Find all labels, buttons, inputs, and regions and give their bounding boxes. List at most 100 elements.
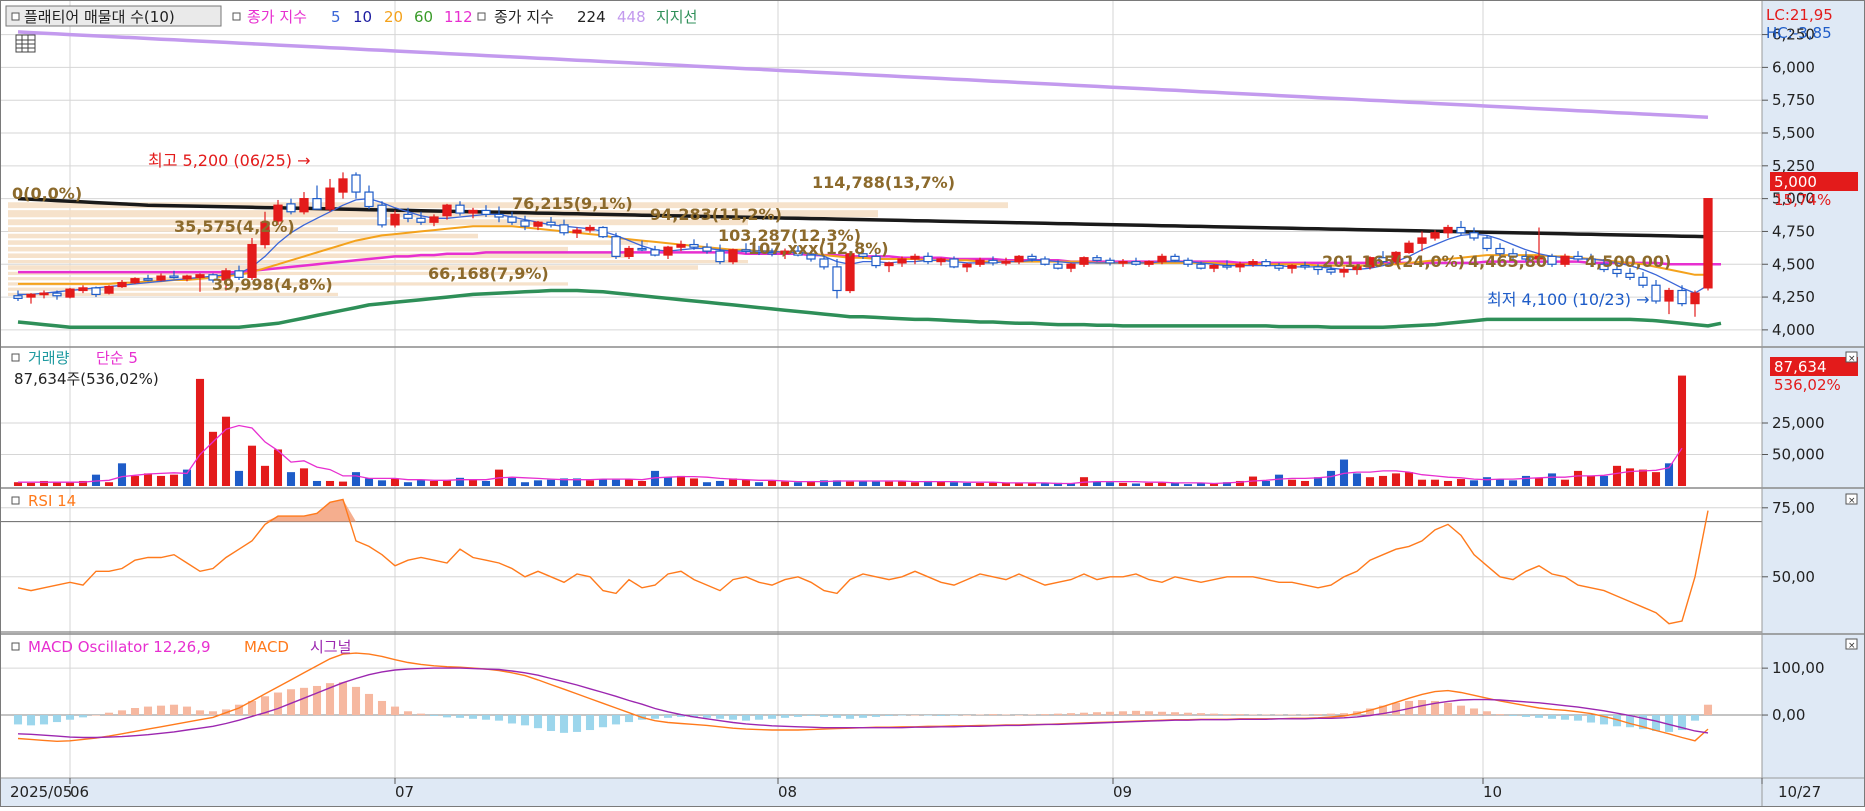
candle-body [442, 204, 452, 217]
volume-bar [689, 478, 699, 486]
macd-legend[interactable]: MACD [244, 638, 289, 656]
candle-body [533, 221, 543, 227]
macd-oscillator-bar [793, 715, 803, 717]
legend-ma5[interactable]: 5 [331, 8, 341, 26]
profile-label: 4,465,80 [1468, 252, 1547, 271]
svg-text:×: × [1848, 496, 1856, 506]
y-tick-label: 5,750 [1772, 91, 1815, 109]
volume-bar [754, 482, 764, 486]
lc-label: LC:21,95 [1766, 6, 1833, 24]
legend-toggle-icon[interactable] [477, 12, 486, 21]
macd-oscillator-bar [546, 715, 556, 731]
volume-bar [1469, 480, 1479, 486]
close-icon[interactable]: × [1845, 638, 1858, 651]
legend-ma-label[interactable]: 종가 지수 [247, 8, 307, 26]
legend-ma20[interactable]: 20 [384, 8, 403, 26]
candle-body [377, 204, 387, 226]
volume-bar [1183, 484, 1193, 486]
macd-oscillator-bar [377, 700, 387, 716]
volume-bar [104, 482, 114, 486]
macd-oscillator-bar [13, 715, 23, 725]
signal-legend[interactable]: 시그널 [310, 638, 351, 656]
macd-oscillator-bar [1131, 710, 1141, 716]
legend-toggle-icon[interactable] [11, 642, 20, 651]
volume-bar [1651, 472, 1661, 486]
macd-oscillator-bar [1703, 704, 1713, 716]
macd-oscillator-bar [806, 715, 816, 716]
macd-oscillator-bar [1482, 711, 1492, 716]
volume-bar [624, 479, 634, 486]
volume-bar [1287, 479, 1297, 486]
legend-ma10[interactable]: 10 [353, 8, 372, 26]
legend-ma-long-label[interactable]: 종가 지수 [494, 8, 554, 26]
volume-bar [1612, 465, 1622, 486]
candle-body [1235, 263, 1245, 268]
candle-body [507, 216, 517, 223]
profile-label: 66,168(7,9%) [428, 264, 549, 283]
candle-body [845, 253, 855, 292]
grid-toggle-icon[interactable] [15, 34, 36, 53]
candle-body [1625, 272, 1635, 278]
macd-oscillator-bar [364, 693, 374, 716]
candle-body [1066, 263, 1076, 269]
rsi-legend-label[interactable]: RSI 14 [28, 492, 76, 510]
macd-oscillator-bar [897, 715, 907, 716]
candle-body [299, 198, 309, 213]
macd-oscillator-bar [1547, 715, 1557, 719]
macd-osc-legend[interactable]: MACD Oscillator 12,26,9 [28, 638, 211, 656]
legend-ma112[interactable]: 112 [444, 8, 473, 26]
macd-oscillator-bar [1300, 714, 1310, 716]
macd-oscillator-bar [1053, 713, 1063, 716]
candle-body [390, 213, 400, 226]
legend-profile-label[interactable]: 플래티어 매물대 수(10) [24, 8, 175, 26]
legend-support[interactable]: 지지선 [656, 8, 697, 26]
macd-oscillator-bar [923, 715, 933, 716]
candle-body [1014, 255, 1024, 263]
volume-bar [377, 480, 387, 486]
close-icon[interactable]: × [1845, 493, 1858, 506]
volume-ma-legend[interactable]: 단순 5 [96, 349, 138, 367]
y-tick-label: 6,000 [1772, 58, 1815, 76]
legend-toggle-icon[interactable] [11, 12, 20, 21]
legend-toggle-icon[interactable] [232, 12, 241, 21]
legend-ma448[interactable]: 448 [617, 8, 646, 26]
macd-oscillator-bar [1001, 714, 1011, 716]
macd-oscillator-bar [1144, 711, 1154, 716]
volume-bar [455, 477, 465, 486]
volume-bar [936, 481, 946, 486]
legend-toggle-icon[interactable] [11, 496, 20, 505]
candle-body [910, 255, 920, 260]
macd-oscillator-bar [1157, 711, 1167, 716]
volume-bar [1534, 477, 1544, 486]
legend-toggle-icon[interactable] [11, 353, 20, 362]
volume-value-label: 87,634주(536,02%) [14, 370, 159, 388]
legend-ma60[interactable]: 60 [414, 8, 433, 26]
candle-body [1430, 232, 1440, 239]
candle-body [52, 292, 62, 297]
candle-body [988, 259, 998, 264]
volume-bar [741, 479, 751, 486]
volume-bar [1508, 480, 1518, 486]
volume-bar [1378, 475, 1388, 486]
candle-body [923, 255, 933, 263]
candle-body [1560, 255, 1570, 265]
candle-body [715, 250, 725, 263]
candle-body [689, 243, 699, 248]
macd-oscillator-bar [767, 715, 777, 719]
macd-oscillator-bar [819, 715, 829, 717]
volume-legend-label[interactable]: 거래량 [28, 349, 70, 367]
macd-oscillator-bar [1313, 714, 1323, 716]
legend-ma224[interactable]: 224 [577, 8, 606, 26]
macd-oscillator-bar [78, 715, 88, 718]
volume-bar [1599, 475, 1609, 486]
close-icon[interactable]: × [1845, 351, 1858, 364]
candle-body [403, 213, 413, 219]
volume-bar [1326, 470, 1336, 486]
high-annotation: 최고 5,200 (06/25) → [148, 151, 311, 170]
time-axis-background [0, 778, 1865, 807]
profile-label: 107,xxx(12,8%) [748, 239, 889, 258]
candle-body [1209, 264, 1219, 269]
candle-body [468, 209, 478, 214]
chart-canvas[interactable]: 4,0004,2504,5004,7505,0005,2505,5005,750… [0, 0, 1865, 807]
candle-body [676, 243, 686, 248]
